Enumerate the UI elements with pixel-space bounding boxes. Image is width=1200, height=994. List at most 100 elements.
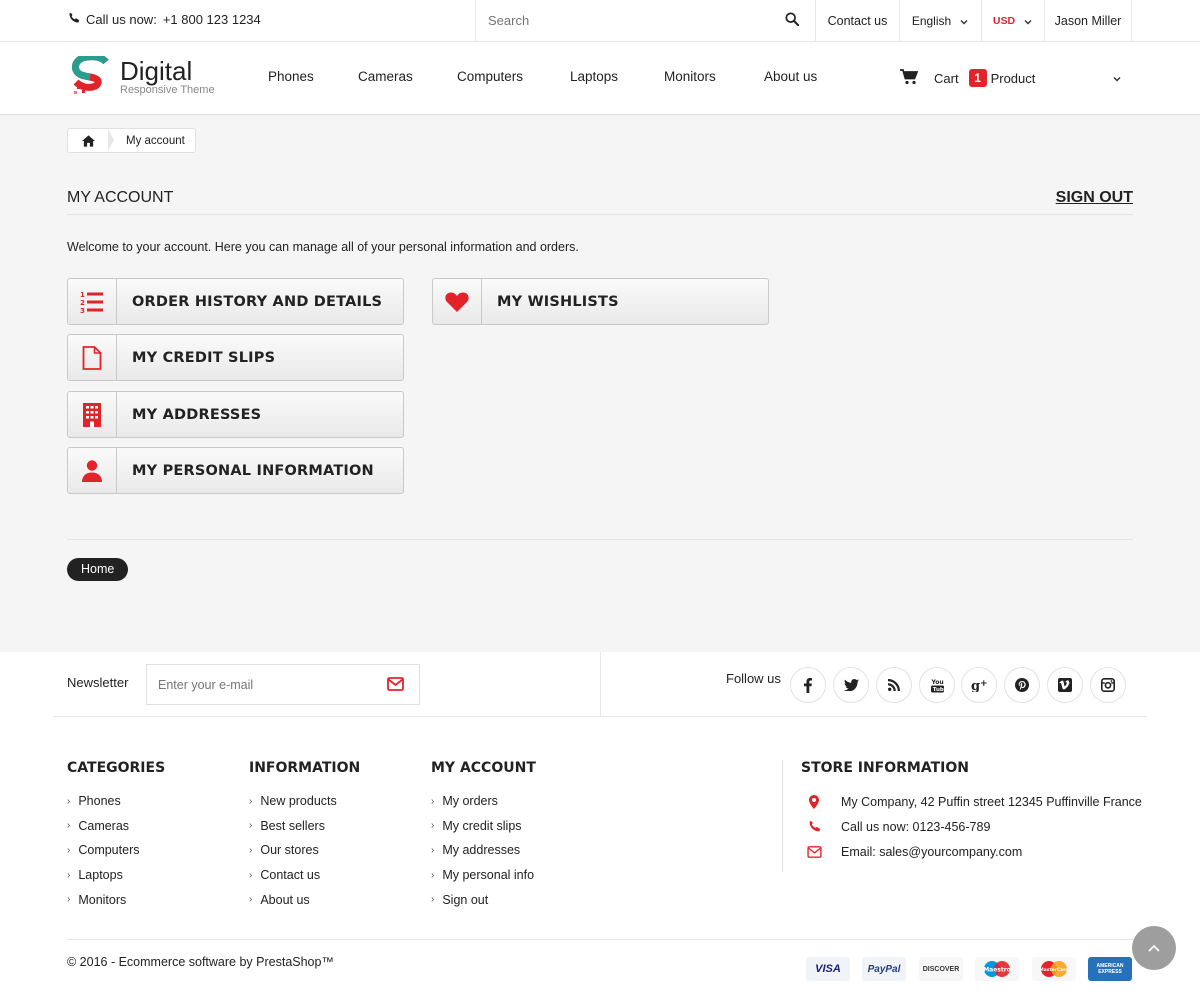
wishlists-label: MY WISHLISTS [497, 293, 619, 310]
newsletter-label: Newsletter [67, 675, 129, 690]
store-email-text[interactable]: Email: sales@yourcompany.com [841, 845, 1022, 859]
logo[interactable]: Digital Responsive Theme [72, 54, 222, 104]
sign-out-link[interactable]: SIGN OUT [1056, 189, 1133, 207]
chevron-down-icon [959, 16, 969, 26]
store-phone: Call us now: 0123-456-789 [801, 814, 1142, 839]
search-input[interactable] [476, 0, 766, 41]
divider [67, 939, 1133, 940]
payment-label: AMERICAN EXPRESS [1096, 963, 1124, 975]
footer-link-label: Computers [78, 843, 140, 858]
store-phone-text: Call us now: 0123-456-789 [841, 819, 991, 834]
user-account-link[interactable]: Jason Miller [1044, 0, 1132, 41]
language-selector[interactable]: English [899, 0, 981, 41]
chevron-right-icon: › [67, 844, 71, 856]
top-bar: Call us now: +1 800 123 1234 Contact us … [0, 0, 1200, 42]
facebook-icon[interactable] [790, 667, 826, 703]
nav-computers[interactable]: Computers [457, 69, 523, 84]
footer-link[interactable]: › Laptops [67, 863, 165, 888]
footer-link-label: Phones [78, 794, 121, 809]
chevron-right-icon: › [431, 869, 435, 881]
personal-info-label: MY PERSONAL INFORMATION [132, 462, 374, 479]
google-plus-icon[interactable]: g + [961, 667, 997, 703]
cart-unit: Product [990, 70, 1036, 86]
footer-link[interactable]: › Contact us [249, 863, 360, 888]
newsletter-email-input[interactable] [147, 665, 367, 704]
personal-info-button[interactable]: MY PERSONAL INFORMATION [67, 447, 404, 494]
nav-phones[interactable]: Phones [268, 69, 314, 84]
logo-name: Digital [120, 56, 193, 86]
store-email: Email: sales@yourcompany.com [801, 839, 1142, 864]
chevron-right-icon: › [67, 894, 71, 906]
footer-link[interactable]: › Sign out [431, 887, 536, 912]
footer-link-label: My personal info [442, 868, 535, 883]
order-history-button[interactable]: 1 2 3 ORDER HISTORY AND DETAILS [67, 278, 404, 325]
divider [600, 652, 601, 717]
footer-link[interactable]: › Monitors [67, 887, 165, 912]
footer-link[interactable]: › Phones [67, 789, 165, 814]
footer-link[interactable]: › My orders [431, 789, 536, 814]
discover-card-icon: DISCOVER [919, 957, 963, 981]
envelope-icon[interactable] [387, 677, 404, 696]
chevron-right-icon: › [431, 795, 435, 807]
footer-categories-title: CATEGORIES [67, 760, 166, 776]
footer-link[interactable]: › New products [249, 789, 360, 814]
footer-information-title: INFORMATION [249, 760, 361, 776]
search-icon[interactable] [785, 12, 801, 28]
instagram-icon[interactable] [1090, 667, 1126, 703]
maestro-card-icon: Maestro [975, 957, 1019, 981]
chevron-right-icon: › [67, 820, 71, 832]
footer-store-title: STORE INFORMATION [801, 760, 969, 776]
footer-link[interactable]: › My credit slips [431, 814, 536, 839]
building-icon [68, 392, 117, 437]
chevron-right-icon: › [431, 820, 435, 832]
breadcrumb-home[interactable] [68, 129, 114, 152]
pinterest-icon[interactable] [1004, 667, 1040, 703]
footer-link[interactable]: › Cameras [67, 814, 165, 839]
currency-selector[interactable]: USD [981, 0, 1044, 41]
nav-monitors[interactable]: Monitors [664, 69, 716, 84]
page-title: MY ACCOUNT [67, 189, 174, 206]
vimeo-icon[interactable] [1047, 667, 1083, 703]
contact-label: Contact us [827, 13, 888, 28]
nav-about-us[interactable]: About us [764, 69, 817, 84]
nav-laptops[interactable]: Laptops [570, 69, 618, 84]
amex-card-icon: AMERICAN EXPRESS [1088, 957, 1132, 981]
footer-link-label: Contact us [260, 868, 321, 883]
divider [53, 716, 1147, 717]
footer-link-label: Sign out [442, 892, 489, 907]
rss-icon[interactable] [876, 667, 912, 703]
logo-mark-icon [72, 56, 109, 94]
divider [782, 760, 783, 872]
envelope-icon [801, 845, 827, 858]
welcome-text: Welcome to your account. Here you can ma… [67, 240, 579, 254]
addresses-button[interactable]: MY ADDRESSES [67, 391, 404, 438]
svg-text:g: g [971, 679, 980, 692]
home-button[interactable]: Home [67, 558, 129, 581]
order-history-label: ORDER HISTORY AND DETAILS [132, 293, 383, 310]
credit-slips-button[interactable]: MY CREDIT SLIPS [67, 334, 404, 381]
payment-label: PayPal [867, 963, 901, 975]
footer-link[interactable]: › My personal info [431, 863, 536, 888]
wishlists-button[interactable]: MY WISHLISTS [432, 278, 769, 325]
footer-link[interactable]: › Best sellers [249, 814, 360, 839]
chevron-right-icon: › [67, 869, 71, 881]
visa-card-icon: VISA [806, 957, 850, 981]
cart-summary[interactable]: Cart 1 Product [900, 66, 1121, 90]
youtube-icon[interactable]: YouTube [919, 667, 955, 703]
contact-link[interactable]: Contact us [815, 0, 899, 41]
footer-link[interactable]: › Computers [67, 838, 165, 863]
nav-cameras[interactable]: Cameras [358, 69, 413, 84]
payment-label: VISA [815, 963, 841, 975]
divider [67, 539, 1133, 540]
phone-icon [801, 820, 827, 833]
footer-link[interactable]: › About us [249, 887, 360, 912]
twitter-icon[interactable] [833, 667, 869, 703]
footer-link[interactable]: › Our stores [249, 838, 360, 863]
payment-label: MasterCard [1039, 967, 1068, 973]
footer-link-label: My addresses [442, 843, 521, 858]
breadcrumb: My account [67, 128, 196, 153]
back-to-top-button[interactable] [1132, 926, 1176, 970]
call-info: Call us now: +1 800 123 1234 [68, 12, 261, 27]
footer-link[interactable]: › My addresses [431, 838, 536, 863]
chevron-down-icon[interactable] [1112, 72, 1122, 87]
